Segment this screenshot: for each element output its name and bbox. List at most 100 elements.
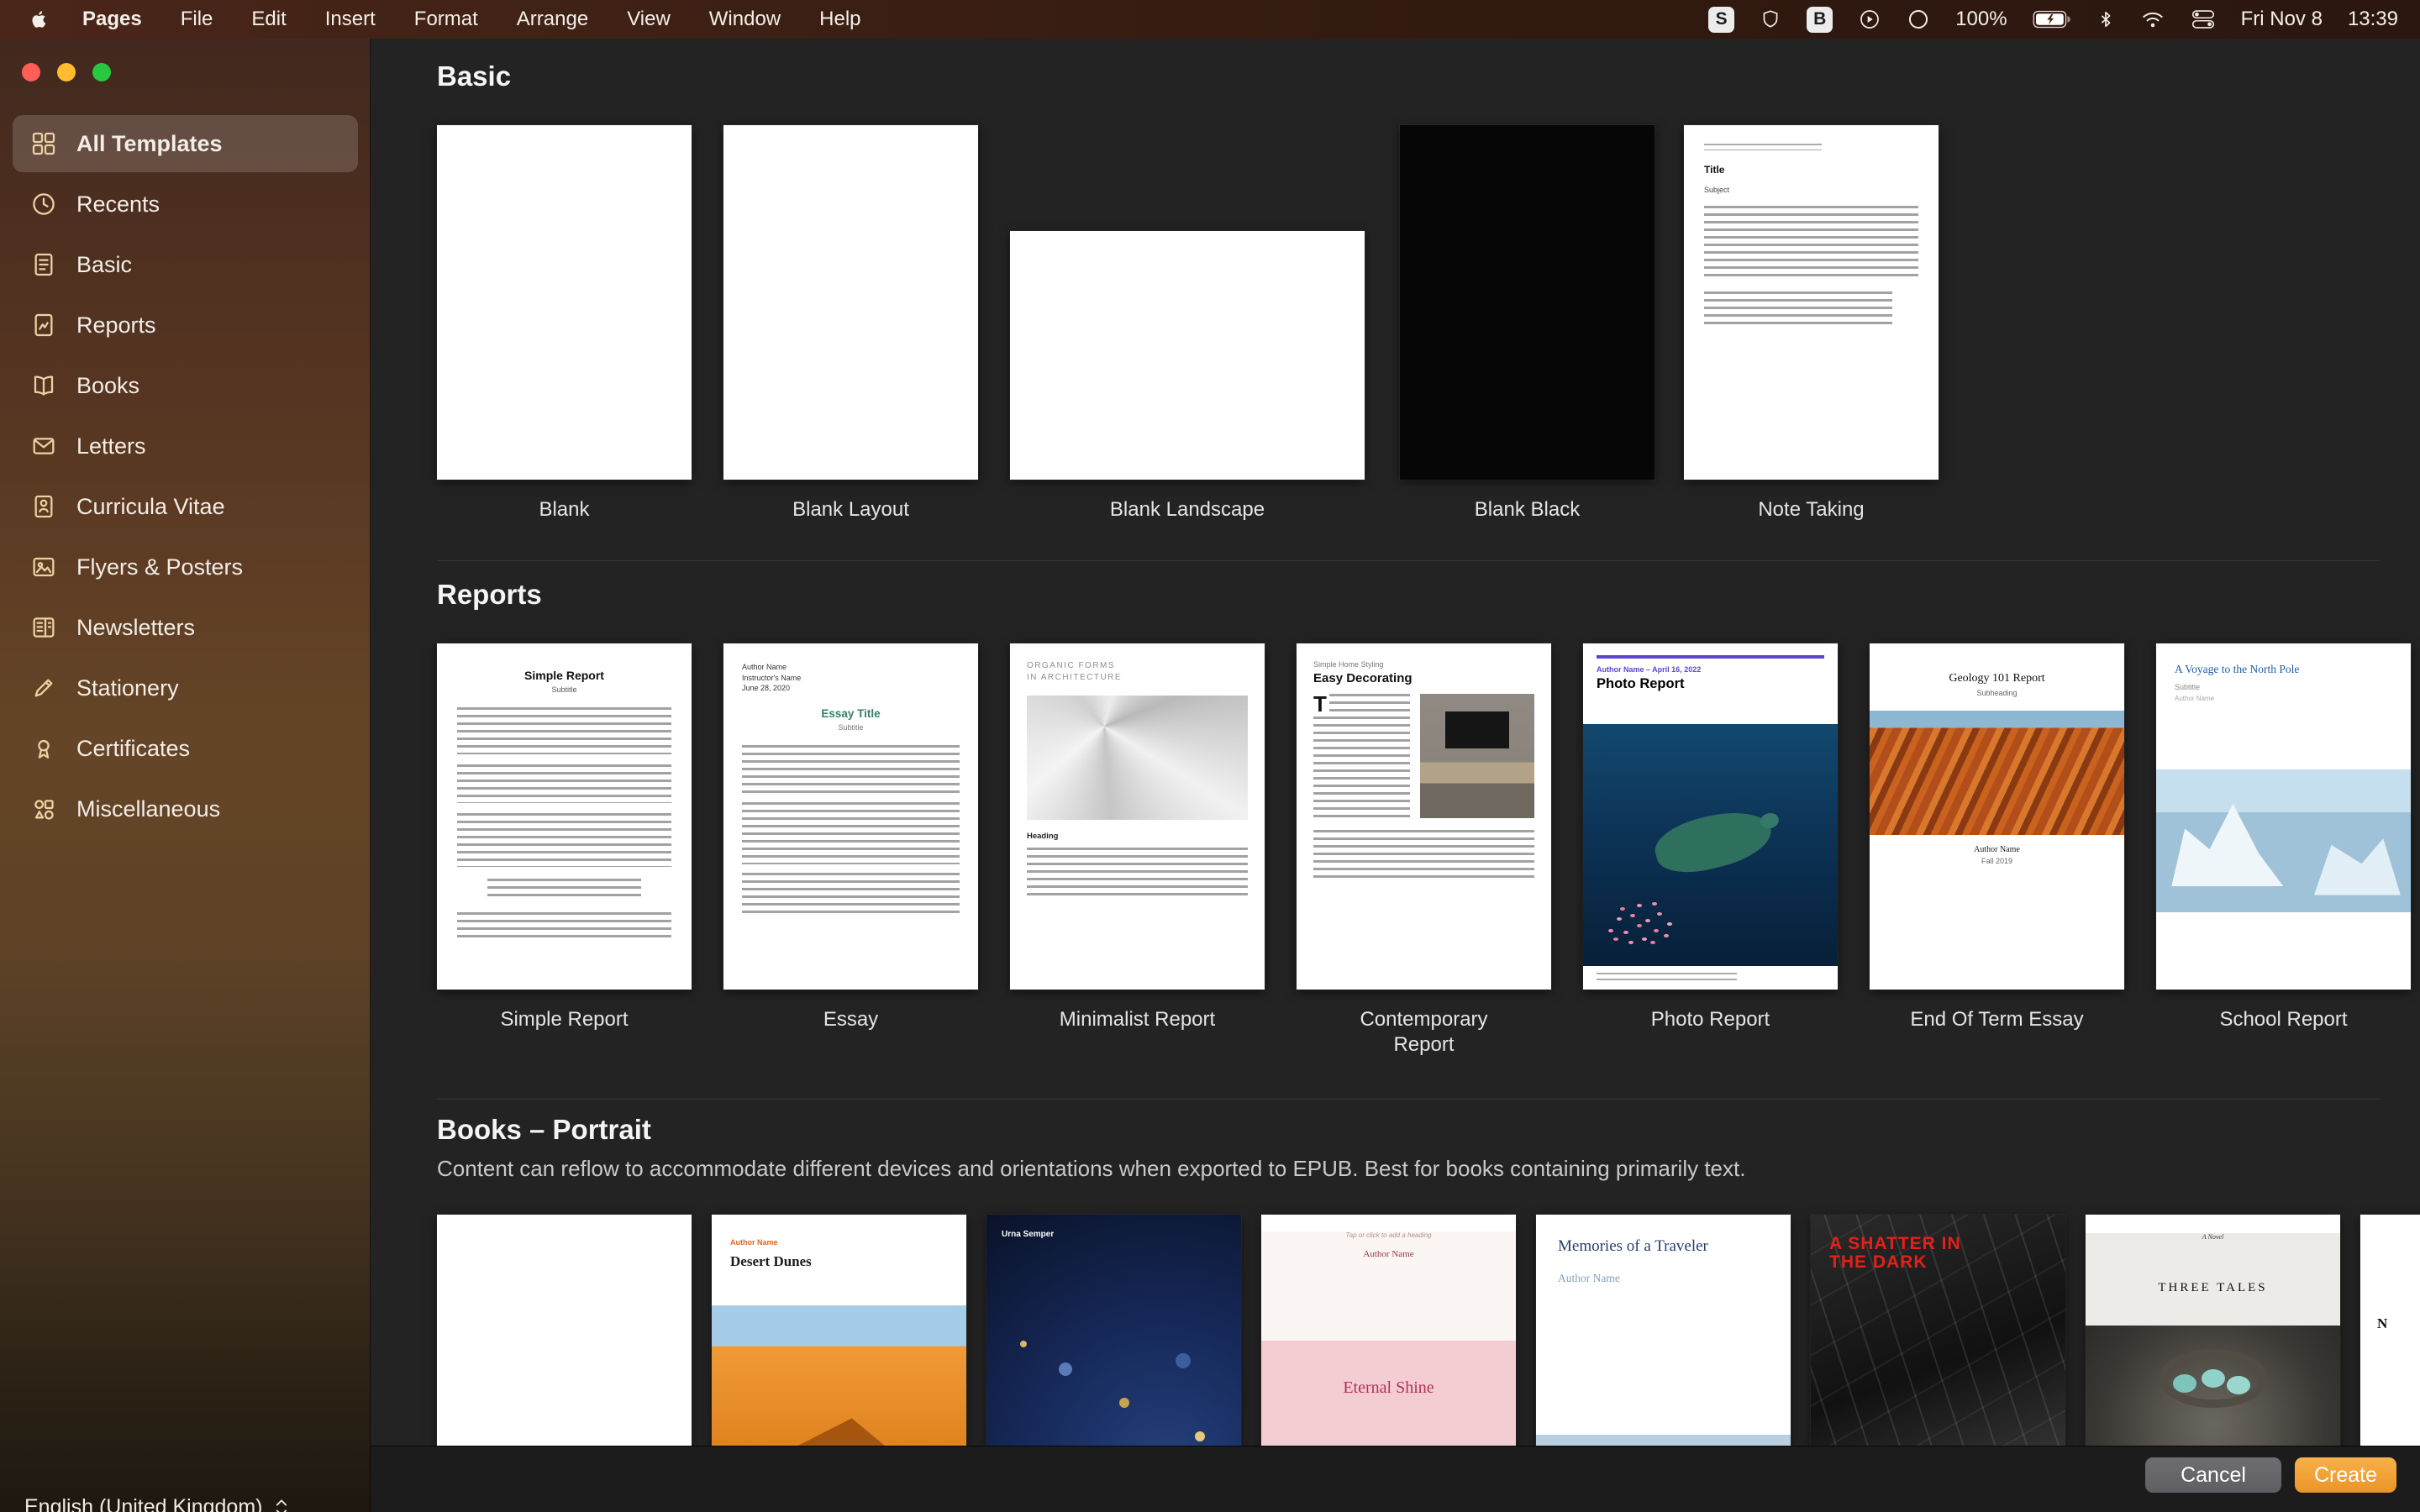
preview-text-column: T xyxy=(1313,693,1411,818)
zoom-window-button[interactable] xyxy=(92,63,111,81)
battery-icon[interactable] xyxy=(2033,10,2071,29)
menu-date[interactable]: Fri Nov 8 xyxy=(2241,8,2323,31)
apple-menu[interactable] xyxy=(29,8,50,30)
play-circle-icon[interactable] xyxy=(1858,8,1881,31)
preview-title: Urna Semper xyxy=(1002,1230,1055,1239)
template-thumbnail: Title Subject xyxy=(1684,125,1939,480)
apple-logo-icon xyxy=(32,11,46,28)
template-label: Blank Layout xyxy=(792,498,909,521)
circle-status-icon[interactable] xyxy=(1907,8,1930,31)
preview-text-placeholder xyxy=(457,813,671,867)
close-window-button[interactable] xyxy=(22,63,40,81)
template-card-note-taking[interactable]: Title Subject Note Taking xyxy=(1684,125,1939,522)
template-thumbnail: Geology 101 Report Subheading Author Nam… xyxy=(1870,643,2124,990)
shield-icon[interactable] xyxy=(1760,8,1781,31)
menu-format[interactable]: Format xyxy=(414,0,478,39)
sidebar-item-reports[interactable]: Reports xyxy=(13,297,358,354)
status-s-badge-icon[interactable]: S xyxy=(1708,6,1735,33)
preview-kicker: Simple Home Styling xyxy=(1313,660,1384,669)
menu-items: Pages File Edit Insert Format Arrange Vi… xyxy=(82,0,861,39)
sidebar-item-label: Miscellaneous xyxy=(76,795,221,822)
iceberg-photo xyxy=(2156,769,2411,912)
template-card-blank-landscape[interactable]: Blank Landscape xyxy=(1010,231,1365,522)
underwater-photo xyxy=(1583,724,1838,966)
document-icon xyxy=(28,251,60,278)
sidebar-item-label: Basic xyxy=(76,251,133,277)
template-thumbnail xyxy=(723,125,978,480)
template-card-blank-black[interactable]: Blank Black xyxy=(1400,125,1655,522)
preview-subject: Subject xyxy=(1704,186,1730,194)
up-down-chevrons-icon xyxy=(276,1499,287,1512)
menu-bar: Pages File Edit Insert Format Arrange Vi… xyxy=(0,0,2420,39)
turtle-shape xyxy=(1649,802,1777,882)
bluetooth-icon[interactable] xyxy=(2096,8,2115,31)
preview-byline: Author Name – April 16, 2022 xyxy=(1597,665,1702,674)
template-card-photo-report[interactable]: Author Name – April 16, 2022 Photo Repor… xyxy=(1583,643,1838,1032)
sidebar-item-miscellaneous[interactable]: Miscellaneous xyxy=(13,780,358,837)
sidebar-item-label: All Templates xyxy=(76,130,223,156)
menu-help[interactable]: Help xyxy=(819,0,860,39)
preview-author: Author Name xyxy=(1363,1249,1414,1259)
menu-time[interactable]: 13:39 xyxy=(2348,8,2398,31)
preview-subtitle: Subheading xyxy=(1976,689,2018,697)
sidebar-item-recents[interactable]: Recents xyxy=(13,176,358,233)
menu-window[interactable]: Window xyxy=(709,0,781,39)
school-report-preview: A Voyage to the North Pole Subtitle Auth… xyxy=(2156,643,2411,990)
sidebar-item-certificates[interactable]: Certificates xyxy=(13,720,358,777)
recents-icon xyxy=(28,191,60,218)
sidebar-item-stationery[interactable]: Stationery xyxy=(13,659,358,717)
template-label: Blank Landscape xyxy=(1109,498,1265,521)
template-card-blank-layout[interactable]: Blank Layout xyxy=(723,125,978,522)
preview-title: Simple Report xyxy=(524,669,604,682)
contemporary-report-preview: Simple Home Styling Easy Decorating T xyxy=(1297,643,1551,990)
create-button[interactable]: Create xyxy=(2295,1457,2396,1493)
sidebar-item-curricula-vitae[interactable]: Curricula Vitae xyxy=(13,478,358,535)
photo-report-preview: Author Name – April 16, 2022 Photo Repor… xyxy=(1583,655,1838,990)
minimize-window-button[interactable] xyxy=(57,63,76,81)
template-card-school-report[interactable]: A Voyage to the North Pole Subtitle Auth… xyxy=(2156,643,2411,1032)
sidebar-item-newsletters[interactable]: Newsletters xyxy=(13,599,358,656)
template-label: End Of Term Essay xyxy=(1910,1008,2084,1031)
sidebar-item-basic[interactable]: Basic xyxy=(13,236,358,293)
template-thumbnail: A Voyage to the North Pole Subtitle Auth… xyxy=(2156,643,2411,990)
sidebar-item-flyers-posters[interactable]: Flyers & Posters xyxy=(13,538,358,596)
menu-file[interactable]: File xyxy=(181,0,213,39)
sidebar-item-all-templates[interactable]: All Templates xyxy=(13,115,358,172)
simple-report-preview: Simple Report Subtitle xyxy=(437,643,692,990)
menu-insert[interactable]: Insert xyxy=(325,0,376,39)
menu-view[interactable]: View xyxy=(627,0,671,39)
section-divider xyxy=(437,560,2380,561)
template-thumbnail: Simple Home Styling Easy Decorating T xyxy=(1297,643,1551,990)
template-card-contemporary-report[interactable]: Simple Home Styling Easy Decorating T Co… xyxy=(1297,643,1551,1058)
status-area: S B 100% Fri Nov 8 13:39 xyxy=(1708,6,2398,33)
template-thumbnail xyxy=(1010,231,1365,480)
control-center-icon[interactable] xyxy=(2191,8,2216,31)
language-selector-label: English (United Kingdom) xyxy=(24,1495,263,1512)
sidebar-item-books[interactable]: Books xyxy=(13,357,358,414)
wifi-icon[interactable] xyxy=(2140,8,2165,30)
newspaper-icon xyxy=(28,614,60,641)
section-title-basic: Basic xyxy=(437,60,512,92)
cancel-button[interactable]: Cancel xyxy=(2145,1457,2281,1493)
template-card-minimalist-report[interactable]: ORGANIC FORMS IN ARCHITECTURE Heading Mi… xyxy=(1010,643,1265,1032)
eggs-shape xyxy=(2201,1369,2225,1388)
template-card-blank[interactable]: Blank xyxy=(437,125,692,522)
menu-arrange[interactable]: Arrange xyxy=(517,0,588,39)
sidebar-item-letters[interactable]: Letters xyxy=(13,417,358,475)
template-card-end-of-term-essay[interactable]: Geology 101 Report Subheading Author Nam… xyxy=(1870,643,2124,1032)
menu-app-name[interactable]: Pages xyxy=(82,0,142,39)
template-label: Blank xyxy=(539,498,590,521)
template-card-essay[interactable]: Author Name Instructor's Name June 28, 2… xyxy=(723,643,978,1032)
battery-percent: 100% xyxy=(1955,8,2007,30)
preview-subtitle: Subtitle xyxy=(838,722,864,732)
status-b-badge-icon[interactable]: B xyxy=(1807,6,1833,33)
menu-edit[interactable]: Edit xyxy=(251,0,286,39)
template-label: School Report xyxy=(2219,1008,2348,1031)
language-selector[interactable]: English (United Kingdom) xyxy=(24,1495,291,1512)
preview-text-placeholder xyxy=(1704,206,1918,278)
template-label: Minimalist Report xyxy=(1059,1008,1216,1031)
sidebar-item-label: Letters xyxy=(76,433,146,459)
living-room-photo xyxy=(1420,694,1534,818)
envelope-icon xyxy=(28,433,60,459)
template-card-simple-report[interactable]: Simple Report Subtitle Simple Report xyxy=(437,643,692,1032)
